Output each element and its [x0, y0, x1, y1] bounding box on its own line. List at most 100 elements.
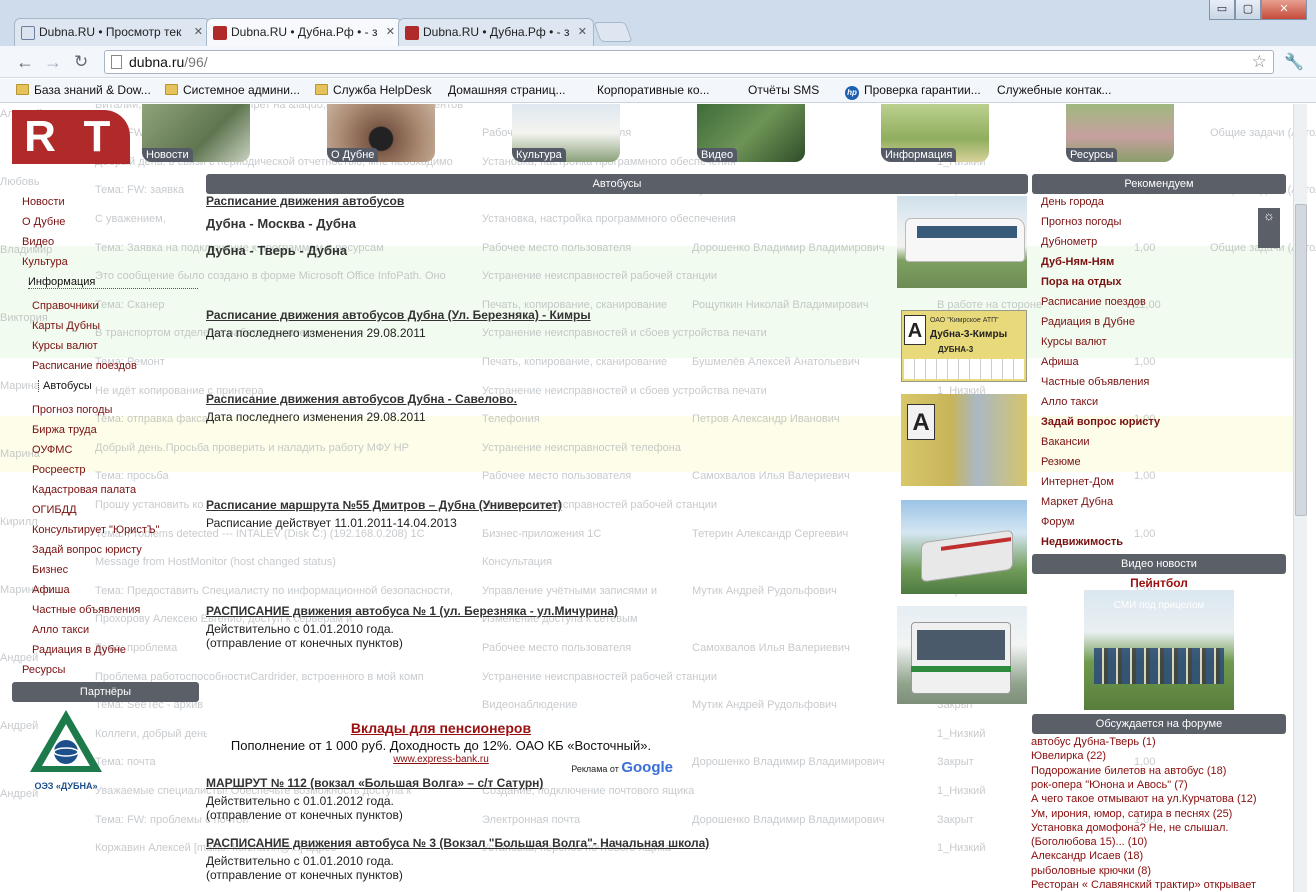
recommend-item[interactable]: Пора на отдых	[1041, 276, 1122, 288]
bookmark-star-icon[interactable]: ☆	[1252, 52, 1267, 72]
recommend-item[interactable]: Курсы валют	[1041, 336, 1107, 348]
forum-topic-link[interactable]: Ювелирка (22)	[1031, 750, 1106, 762]
browser-tab-3[interactable]: Dubna.RU • Дубна.Рф • - з ✕	[398, 18, 594, 46]
forum-topic-link[interactable]: Установка домофона? Не, не слышал.	[1031, 822, 1228, 834]
menu-item-jobs[interactable]: Биржа труда	[32, 424, 97, 436]
menu-item-information[interactable]: Информация	[28, 276, 198, 289]
tab-close-icon[interactable]: ✕	[386, 25, 395, 38]
menu-item-rosreestr[interactable]: Росреестр	[32, 464, 85, 476]
menu-item-ogibdd[interactable]: ОГИБДД	[32, 504, 77, 516]
browser-tab-2[interactable]: Dubna.RU • Дубна.Рф • - з ✕	[206, 18, 402, 47]
forum-topic-link[interactable]: Александр Исаев (18)	[1031, 850, 1143, 862]
browser-tab-1[interactable]: Dubna.RU • Просмотр тек ✕	[14, 18, 210, 46]
recommend-item[interactable]: Интернет-Дом	[1041, 476, 1114, 488]
recommend-item[interactable]: Дуб-Ням-Ням	[1041, 256, 1114, 268]
bookmark-helpdesk[interactable]: Служба HelpDesk	[315, 83, 432, 97]
recommend-item[interactable]: Задай вопрос юристу	[1041, 416, 1160, 428]
recommend-item[interactable]: Дубнометр	[1041, 236, 1097, 248]
forum-topic-link[interactable]: Ресторан « Славянский трактир» открывает	[1031, 879, 1256, 891]
wrench-icon[interactable]: 🔧	[1284, 52, 1304, 72]
recommend-item[interactable]: Вакансии	[1041, 436, 1090, 448]
bookmark-warranty[interactable]: hp Проверка гарантии...	[845, 83, 981, 100]
recommend-item[interactable]: Частные объявления	[1041, 376, 1149, 388]
menu-item-afisha[interactable]: Афиша	[32, 584, 70, 596]
new-tab-button[interactable]	[593, 22, 633, 42]
recommend-item[interactable]: Недвижимость	[1041, 536, 1123, 548]
forward-arrow-icon[interactable]: →	[44, 52, 62, 72]
forum-topic-link[interactable]: автобус Дубна-Тверь (1)	[1031, 736, 1156, 748]
menu-item-video[interactable]: Видео	[22, 236, 54, 248]
bookmark-knowledge-base[interactable]: База знаний & Dow...	[16, 83, 151, 97]
gear-icon[interactable]: ☼	[1263, 208, 1275, 223]
forum-topic-link[interactable]: А чего такое отмывают на ул.Курчатова (1…	[1031, 793, 1257, 805]
recommend-item[interactable]: Прогноз погоды	[1041, 216, 1121, 228]
route-55-bus-thumbnail[interactable]	[901, 500, 1027, 594]
article-title-link[interactable]: Расписание маршрута №55 Дмитров – Дубна …	[206, 498, 562, 512]
menu-item-cadastral[interactable]: Кадастровая палата	[32, 484, 136, 496]
bookmark-sysadmin[interactable]: Системное админи...	[165, 83, 300, 97]
savelovo-sign-thumbnail[interactable]: A	[901, 394, 1027, 486]
maximize-button[interactable]: ▢	[1235, 0, 1261, 20]
menu-item-directories[interactable]: Справочники	[32, 300, 99, 312]
menu-item-news[interactable]: Новости	[22, 196, 65, 208]
recommend-item[interactable]: Резюме	[1041, 456, 1081, 468]
recommend-item[interactable]: Афиша	[1041, 356, 1079, 368]
menu-item-weather[interactable]: Прогноз погоды	[32, 404, 112, 416]
tab-close-icon[interactable]: ✕	[194, 25, 203, 38]
address-bar[interactable]: dubna.ru/96/ ☆	[104, 50, 1274, 74]
scrollbar-thumb[interactable]	[1295, 204, 1307, 516]
video-news-title[interactable]: Пейнтбол	[1032, 576, 1286, 590]
nav-resources[interactable]: Ресурсы	[1066, 104, 1174, 162]
side-tool-panel[interactable]: ☼	[1258, 208, 1280, 248]
recommend-item[interactable]: Алло такси	[1041, 396, 1098, 408]
bus-photo-thumbnail[interactable]	[897, 196, 1027, 288]
article-title-link[interactable]: МАРШРУТ № 112 (вокзал «Большая Волга» – …	[206, 776, 543, 790]
recommend-item[interactable]: Маркет Дубна	[1041, 496, 1113, 508]
nav-video[interactable]: Видео	[697, 104, 805, 162]
bookmark-homepage[interactable]: Домашняя страниц...	[448, 83, 566, 200]
bookmark-sms-reports[interactable]: Отчёты SMS	[748, 83, 819, 200]
recommend-item[interactable]: Форум	[1041, 516, 1074, 528]
menu-item-business[interactable]: Бизнес	[32, 564, 68, 576]
nav-culture[interactable]: Культура	[512, 104, 620, 162]
nav-news[interactable]: Новости	[142, 104, 250, 162]
article-title-link[interactable]: Расписание движения автобусов Дубна - Са…	[206, 392, 517, 406]
recommend-item[interactable]: День города	[1041, 196, 1104, 208]
reload-icon[interactable]: ↻	[74, 52, 88, 72]
kimry-sign-thumbnail[interactable]: A ОАО "Кимрское АТП" Дубна-3-Кимры ДУБНА…	[901, 310, 1027, 382]
ad-title-link[interactable]: Вклады для пенсионеров	[207, 716, 675, 736]
nav-information[interactable]: Информация	[881, 104, 989, 162]
menu-item-train-schedule[interactable]: Расписание поездов	[32, 360, 137, 372]
video-news-thumbnail[interactable]: СМИ под прицелом	[1084, 590, 1234, 710]
article-title-link[interactable]: Расписание движения автобусов Дубна (Ул.…	[206, 308, 591, 322]
forum-topic-link[interactable]: Ум, ирония, юмор, сатира в песнях (25)	[1031, 808, 1232, 820]
nav-about-dubna[interactable]: О Дубне	[327, 104, 435, 162]
menu-item-about[interactable]: О Дубне	[22, 216, 65, 228]
menu-item-culture[interactable]: Культура	[22, 256, 68, 268]
article-title-link[interactable]: РАСПИСАНИЕ движения автобуса № 3 (Вокзал…	[206, 836, 709, 850]
menu-item-maps[interactable]: Карты Дубны	[32, 320, 100, 332]
menu-item-taxi[interactable]: Алло такси	[32, 624, 89, 636]
page-scrollbar[interactable]	[1293, 104, 1307, 892]
menu-item-buses[interactable]: Автобусы	[38, 380, 92, 392]
partner-logo[interactable]: ОЭЗ «ДУБНА»	[26, 708, 106, 800]
recommend-item[interactable]: Расписание поездов	[1041, 296, 1146, 308]
site-logo[interactable]: R T	[12, 110, 130, 164]
menu-item-lawyer-consult[interactable]: Консультирует "ЮристЪ"	[32, 524, 159, 536]
forum-topic-link[interactable]: (Боголюбова 15)... (10)	[1031, 836, 1147, 848]
bus-1-thumbnail[interactable]	[897, 606, 1027, 704]
menu-item-currency[interactable]: Курсы валют	[32, 340, 98, 352]
tab-close-icon[interactable]: ✕	[578, 25, 587, 38]
bookmark-corporate[interactable]: Корпоративные ко...	[597, 83, 710, 200]
article-title-link[interactable]: РАСПИСАНИЕ движения автобуса № 1 (ул. Бе…	[206, 604, 618, 618]
forum-topic-link[interactable]: рок-опера "Юнона и Авось" (7)	[1031, 779, 1188, 791]
ad-attribution[interactable]: Реклама от Google	[571, 759, 673, 776]
bookmark-contacts[interactable]: Служебные контак...	[997, 83, 1111, 200]
forum-topic-link[interactable]: Подорожание билетов на автобус (18)	[1031, 765, 1226, 777]
menu-item-resources[interactable]: Ресурсы	[22, 664, 65, 676]
article-title-link[interactable]: Расписание движения автобусов	[206, 194, 404, 208]
close-window-button[interactable]: ✕	[1261, 0, 1307, 20]
menu-item-ask-lawyer[interactable]: Задай вопрос юристу	[32, 544, 142, 556]
google-ad-block[interactable]: Вклады для пенсионеров Пополнение от 1 0…	[207, 716, 675, 778]
menu-item-oufms[interactable]: ОУФМС	[32, 444, 72, 456]
